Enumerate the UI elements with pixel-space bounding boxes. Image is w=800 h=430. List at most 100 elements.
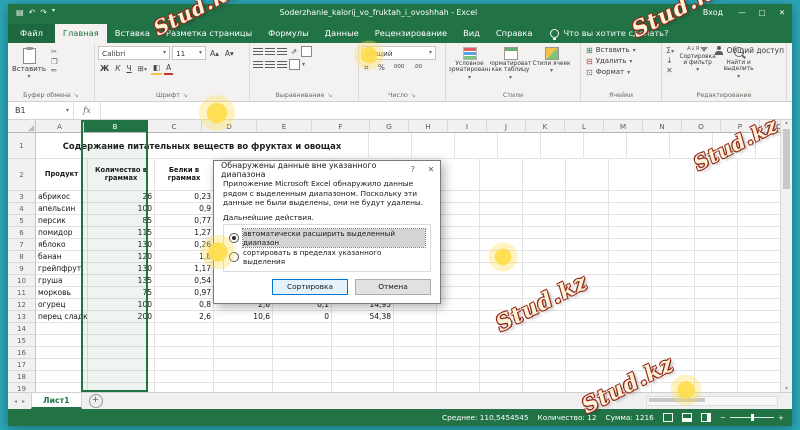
- tab-Данные[interactable]: Данные: [317, 24, 367, 43]
- vertical-scrollbar[interactable]: ▴ ▾: [780, 120, 792, 392]
- cell[interactable]: [738, 251, 781, 263]
- cell[interactable]: 200: [88, 311, 155, 323]
- cell[interactable]: [652, 287, 695, 299]
- cell[interactable]: [437, 323, 480, 335]
- cell[interactable]: банан: [36, 251, 88, 263]
- cell[interactable]: [437, 347, 480, 359]
- cell[interactable]: [214, 347, 273, 359]
- cell[interactable]: [523, 383, 566, 392]
- cell[interactable]: [88, 323, 155, 335]
- radio-expand-selection[interactable]: автоматически расширить выделенный диапа…: [229, 229, 425, 247]
- cell[interactable]: [523, 203, 566, 215]
- cell[interactable]: груша: [36, 275, 88, 287]
- cell[interactable]: 0: [273, 311, 332, 323]
- cell[interactable]: [523, 287, 566, 299]
- cell[interactable]: [437, 383, 480, 392]
- cell[interactable]: [155, 359, 214, 371]
- row-header-15[interactable]: 15: [8, 335, 36, 347]
- undo-icon[interactable]: ↶: [29, 8, 36, 17]
- cell[interactable]: [652, 203, 695, 215]
- tab-Главная[interactable]: Главная: [55, 24, 107, 43]
- cell[interactable]: [88, 347, 155, 359]
- column-header-G[interactable]: G: [370, 120, 409, 133]
- format-as-table-button[interactable]: Форматировать как таблицу ▾: [490, 45, 531, 81]
- cell[interactable]: яблоко: [36, 239, 88, 251]
- cell[interactable]: 0,9: [155, 203, 214, 215]
- cell[interactable]: [695, 191, 738, 203]
- help-icon[interactable]: ?: [404, 161, 422, 178]
- cell[interactable]: [584, 133, 627, 159]
- cell[interactable]: [394, 347, 437, 359]
- cell[interactable]: [609, 371, 652, 383]
- cell[interactable]: [738, 311, 781, 323]
- tab-Рецензирование[interactable]: Рецензирование: [367, 24, 455, 43]
- cell[interactable]: [523, 311, 566, 323]
- cell[interactable]: [437, 191, 480, 203]
- sheet-nav-right-icon[interactable]: ▸: [22, 398, 25, 405]
- cell[interactable]: [88, 371, 155, 383]
- cell[interactable]: [652, 299, 695, 311]
- cell[interactable]: [394, 311, 437, 323]
- cell[interactable]: [480, 359, 523, 371]
- cell[interactable]: [437, 275, 480, 287]
- cell[interactable]: [695, 275, 738, 287]
- cell[interactable]: [214, 323, 273, 335]
- row-header-13[interactable]: 13: [8, 311, 36, 323]
- cell[interactable]: [566, 227, 609, 239]
- font-size-combo[interactable]: 11▾: [172, 46, 206, 60]
- cell[interactable]: персик: [36, 215, 88, 227]
- row-header-7[interactable]: 7: [8, 239, 36, 251]
- tab-Формулы[interactable]: Формулы: [260, 24, 317, 43]
- cell[interactable]: 0,77: [155, 215, 214, 227]
- cell[interactable]: [695, 203, 738, 215]
- cell[interactable]: [566, 359, 609, 371]
- row-header-17[interactable]: 17: [8, 359, 36, 371]
- cell[interactable]: [609, 227, 652, 239]
- cell[interactable]: [652, 383, 695, 392]
- cell[interactable]: [523, 239, 566, 251]
- cell[interactable]: [480, 263, 523, 275]
- cell[interactable]: [523, 359, 566, 371]
- cell[interactable]: [695, 215, 738, 227]
- cell[interactable]: [609, 159, 652, 191]
- cell[interactable]: [738, 347, 781, 359]
- cell[interactable]: [437, 239, 480, 251]
- cell[interactable]: [480, 347, 523, 359]
- cell[interactable]: 10,6: [214, 311, 273, 323]
- cell[interactable]: [394, 323, 437, 335]
- cell[interactable]: [523, 159, 566, 191]
- cell[interactable]: [332, 347, 394, 359]
- cell[interactable]: 130: [88, 239, 155, 251]
- percent-icon[interactable]: %: [376, 62, 387, 73]
- cell[interactable]: [609, 203, 652, 215]
- cell[interactable]: [394, 359, 437, 371]
- merge-center-icon[interactable]: [289, 59, 300, 70]
- column-header-J[interactable]: J: [487, 120, 526, 133]
- cell[interactable]: 120: [88, 251, 155, 263]
- row-header-10[interactable]: 10: [8, 275, 36, 287]
- cell[interactable]: [738, 371, 781, 383]
- cell[interactable]: [332, 335, 394, 347]
- shrink-font-icon[interactable]: А▾: [223, 48, 236, 59]
- cell[interactable]: [437, 227, 480, 239]
- cell[interactable]: [695, 311, 738, 323]
- cell[interactable]: [652, 263, 695, 275]
- scrollbar-thumb[interactable]: [649, 398, 705, 402]
- row-header-9[interactable]: 9: [8, 263, 36, 275]
- cell-styles-button[interactable]: Стили ячеек ▾: [531, 45, 572, 74]
- align-center-icon[interactable]: [265, 61, 275, 69]
- redo-icon[interactable]: ↷: [40, 8, 47, 17]
- name-box[interactable]: B1 ▾: [8, 102, 74, 119]
- row-header-2[interactable]: 2: [8, 159, 36, 191]
- tab-Вставка[interactable]: Вставка: [107, 24, 158, 43]
- orientation-icon[interactable]: ⇗: [289, 46, 299, 57]
- cell[interactable]: [566, 383, 609, 392]
- cell[interactable]: [566, 287, 609, 299]
- column-header-A[interactable]: A: [36, 120, 84, 133]
- cell[interactable]: [394, 335, 437, 347]
- maximize-button[interactable]: □: [752, 4, 772, 21]
- cell[interactable]: [437, 203, 480, 215]
- cell[interactable]: [713, 133, 756, 159]
- cell[interactable]: [627, 133, 670, 159]
- cell[interactable]: [480, 191, 523, 203]
